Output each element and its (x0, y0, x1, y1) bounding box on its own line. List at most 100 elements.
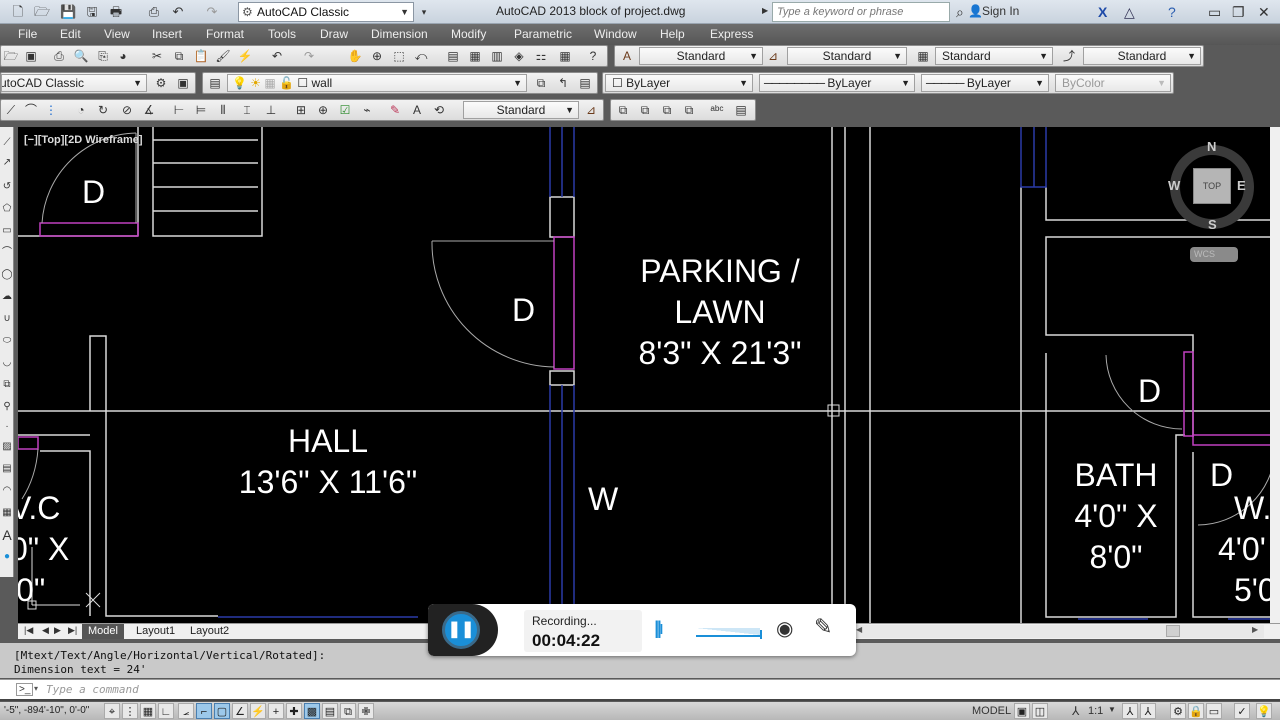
dim-continue-icon[interactable]: ⫴ (215, 102, 231, 118)
multileader-style-dropdown[interactable]: Standard ▼ (1083, 47, 1201, 65)
menu-express[interactable]: Express (710, 27, 753, 41)
restore-icon[interactable]: ❐ (1232, 4, 1245, 21)
redo-icon[interactable]: ↷ (204, 4, 220, 20)
binoculars-icon[interactable]: ⌕ (956, 4, 964, 21)
tool-palettes-icon[interactable]: ▥ (489, 48, 505, 64)
dim-style-dropdown-2[interactable]: Standard ▼ (463, 101, 579, 119)
recent-commands-icon[interactable]: ▾ (34, 684, 38, 693)
text-style-icon[interactable]: A (619, 48, 635, 64)
make-block-icon[interactable]: ⚲ (0, 399, 14, 415)
compass-west[interactable]: W (1168, 178, 1180, 193)
command-input[interactable]: Type a command (46, 683, 139, 696)
scroll-right-icon[interactable]: ▶ (1252, 625, 1258, 634)
expand-search-icon[interactable]: ▶ (762, 6, 768, 15)
pause-button[interactable]: ❚❚ (442, 611, 480, 649)
ellipse-arc-icon[interactable]: ◡ (0, 355, 14, 371)
pencil-icon[interactable]: ✎ (814, 614, 832, 640)
dim-style-dropdown[interactable]: Standard ▼ (787, 47, 907, 65)
annotation-scale-dropdown[interactable]: 1:1 (1088, 705, 1103, 717)
bring-to-front-icon[interactable]: ⧉ (615, 102, 631, 118)
menu-window[interactable]: Window (594, 27, 637, 41)
inspection-icon[interactable]: ☑ (337, 102, 353, 118)
center-mark-icon[interactable]: ⊕ (315, 102, 331, 118)
first-tab-icon[interactable]: |◀ (24, 625, 33, 636)
customize-qat-icon[interactable]: ▾ (416, 4, 432, 20)
command-line[interactable]: >_ ▾ Type a command (0, 679, 1280, 701)
save-icon[interactable]: 💾 (60, 4, 76, 20)
pan-icon[interactable]: ✋ (347, 48, 363, 64)
vertical-scrollbar[interactable] (1270, 127, 1280, 623)
plot-preview-icon[interactable]: 🔍 (73, 48, 89, 64)
menu-parametric[interactable]: Parametric (514, 27, 572, 41)
compass-south[interactable]: S (1208, 217, 1217, 232)
line-icon[interactable]: ⟋ (0, 135, 14, 151)
insert-block-icon[interactable]: ⧉ (0, 377, 14, 393)
construction-line-icon[interactable]: ↗ (0, 155, 14, 171)
sheet-set-icon[interactable]: ◈ (511, 48, 527, 64)
region-icon[interactable]: ◠ (0, 483, 14, 499)
save-as-icon[interactable]: 🖫 (84, 4, 100, 20)
workspace-dropdown-toolbar[interactable]: AutoCAD Classic ▼ (1, 74, 147, 92)
transparency-icon[interactable]: ▩ (304, 703, 320, 719)
dim-break-icon[interactable]: ⊥ (263, 102, 279, 118)
dim-diameter-icon[interactable]: ⊘ (119, 102, 135, 118)
quick-dimension-icon[interactable]: ⊢ (171, 102, 187, 118)
dim-jogged-icon[interactable]: ↻ (95, 102, 111, 118)
paste-icon[interactable]: 📋 (193, 48, 209, 64)
ucs-menu-button[interactable]: WCS (1190, 247, 1238, 262)
table-style-dropdown[interactable]: Standard ▼ (935, 47, 1053, 65)
plot-icon[interactable]: ⎙ (51, 48, 67, 64)
help-icon[interactable]: ? (585, 48, 601, 64)
workspace-settings-icon[interactable]: ⚙ (153, 75, 169, 91)
menu-help[interactable]: Help (660, 27, 685, 41)
layer-dropdown[interactable]: 💡 ☀ ▦ 🔓 ☐ wall ▼ (227, 74, 527, 92)
ellipse-icon[interactable]: ⬭ (0, 333, 14, 349)
autodesk-360-icon[interactable]: △ (1124, 4, 1135, 21)
cut-icon[interactable]: ✂ (149, 48, 165, 64)
menu-edit[interactable]: Edit (60, 27, 81, 41)
menu-file[interactable]: File (18, 27, 37, 41)
help-search-input[interactable]: Type a keyword or phrase (772, 2, 950, 22)
infer-constraints-icon[interactable]: ⌖ (104, 703, 120, 719)
isolate-objects-icon[interactable]: ✓ (1234, 703, 1250, 719)
arc-icon[interactable]: ⌒ (0, 245, 14, 261)
rectangle-icon[interactable]: ▭ (0, 223, 14, 239)
dim-ordinate-icon[interactable]: ⋮ (43, 102, 59, 118)
jogged-linear-icon[interactable]: ⌁ (359, 102, 375, 118)
dim-angular-icon[interactable]: ∡ (141, 102, 157, 118)
3d-dwf-icon[interactable]: ◕ (115, 48, 131, 64)
dynamic-ucs-icon[interactable]: ⚡ (250, 703, 266, 719)
ortho-mode-icon[interactable]: ∟ (158, 703, 174, 719)
tab-model[interactable]: Model (82, 624, 124, 639)
tolerance-icon[interactable]: ⊞ (293, 102, 309, 118)
gradient-icon[interactable]: ▤ (0, 461, 14, 477)
properties-icon[interactable]: ▤ (445, 48, 461, 64)
undo-icon[interactable]: ↶ (269, 48, 285, 64)
lineweight-dropdown[interactable]: ───── ByLayer ▼ (921, 74, 1049, 92)
viewcube-top-face[interactable]: TOP (1193, 168, 1231, 204)
text-to-front-icon[interactable]: ᵃᵇᶜ (709, 102, 725, 118)
multileader-style-icon[interactable]: ⤴ (1061, 48, 1077, 64)
menu-modify[interactable]: Modify (451, 27, 486, 41)
auto-scale-icon[interactable]: ⅄ (1140, 703, 1156, 719)
dim-space-icon[interactable]: ⌶ (239, 102, 255, 118)
hatch-icon[interactable]: ▨ (0, 439, 14, 455)
zoom-previous-icon[interactable]: ⤺ (413, 48, 429, 64)
3d-object-snap-icon[interactable]: ▢ (214, 703, 230, 719)
match-properties-icon[interactable]: 🖌 (215, 48, 231, 64)
color-dropdown[interactable]: ☐ ByLayer ▼ (605, 74, 753, 92)
clean-screen-icon[interactable]: ▣ (175, 75, 191, 91)
audio-level-icon[interactable]: |||ı (654, 618, 664, 639)
add-selected-icon[interactable]: ● (0, 549, 14, 565)
layer-previous-icon[interactable]: ↰ (555, 75, 571, 91)
linetype-dropdown[interactable]: ──────── ByLayer ▼ (759, 74, 915, 92)
new-file-icon[interactable]: 🗋 (10, 4, 26, 20)
last-tab-icon[interactable]: ▶| (68, 625, 77, 636)
webcam-icon[interactable]: ◉ (776, 616, 793, 641)
tab-layout2[interactable]: Layout2 (184, 624, 235, 639)
model-space-button[interactable]: MODEL (972, 705, 1011, 717)
workspace-dropdown[interactable]: ⚙ AutoCAD Classic ▼ (238, 2, 414, 22)
close-icon[interactable]: ✕ (1258, 4, 1270, 21)
scrollbar-thumb[interactable] (1166, 625, 1180, 637)
quick-properties-icon[interactable]: ▤ (322, 703, 338, 719)
